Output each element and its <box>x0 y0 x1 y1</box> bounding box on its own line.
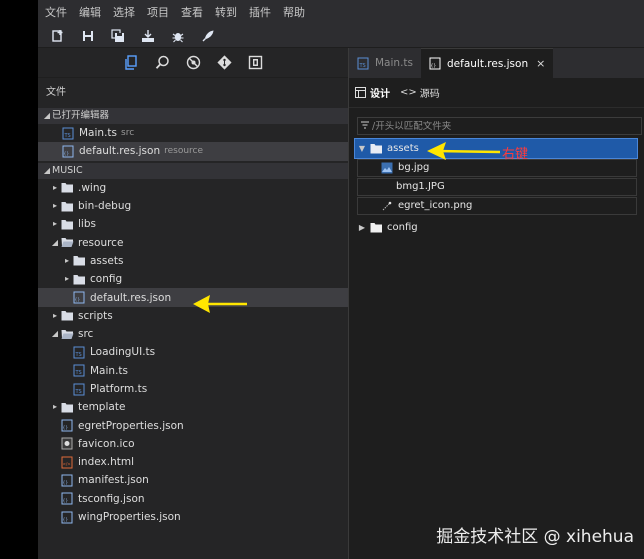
annotation-label: 右键 <box>502 147 529 162</box>
watermark: 掘金技术社区 @ xihehua <box>436 527 634 547</box>
editor-window: 文件 编辑 选择 项目 查看 转到 插件 帮助 文件 ◢ 已打开编辑器 TS M… <box>38 0 644 559</box>
yellow-arrow-right-panel <box>427 142 501 160</box>
left-black-strip <box>0 0 38 559</box>
annotation-overlay <box>193 142 501 313</box>
yellow-arrow-left-panel <box>193 295 247 313</box>
